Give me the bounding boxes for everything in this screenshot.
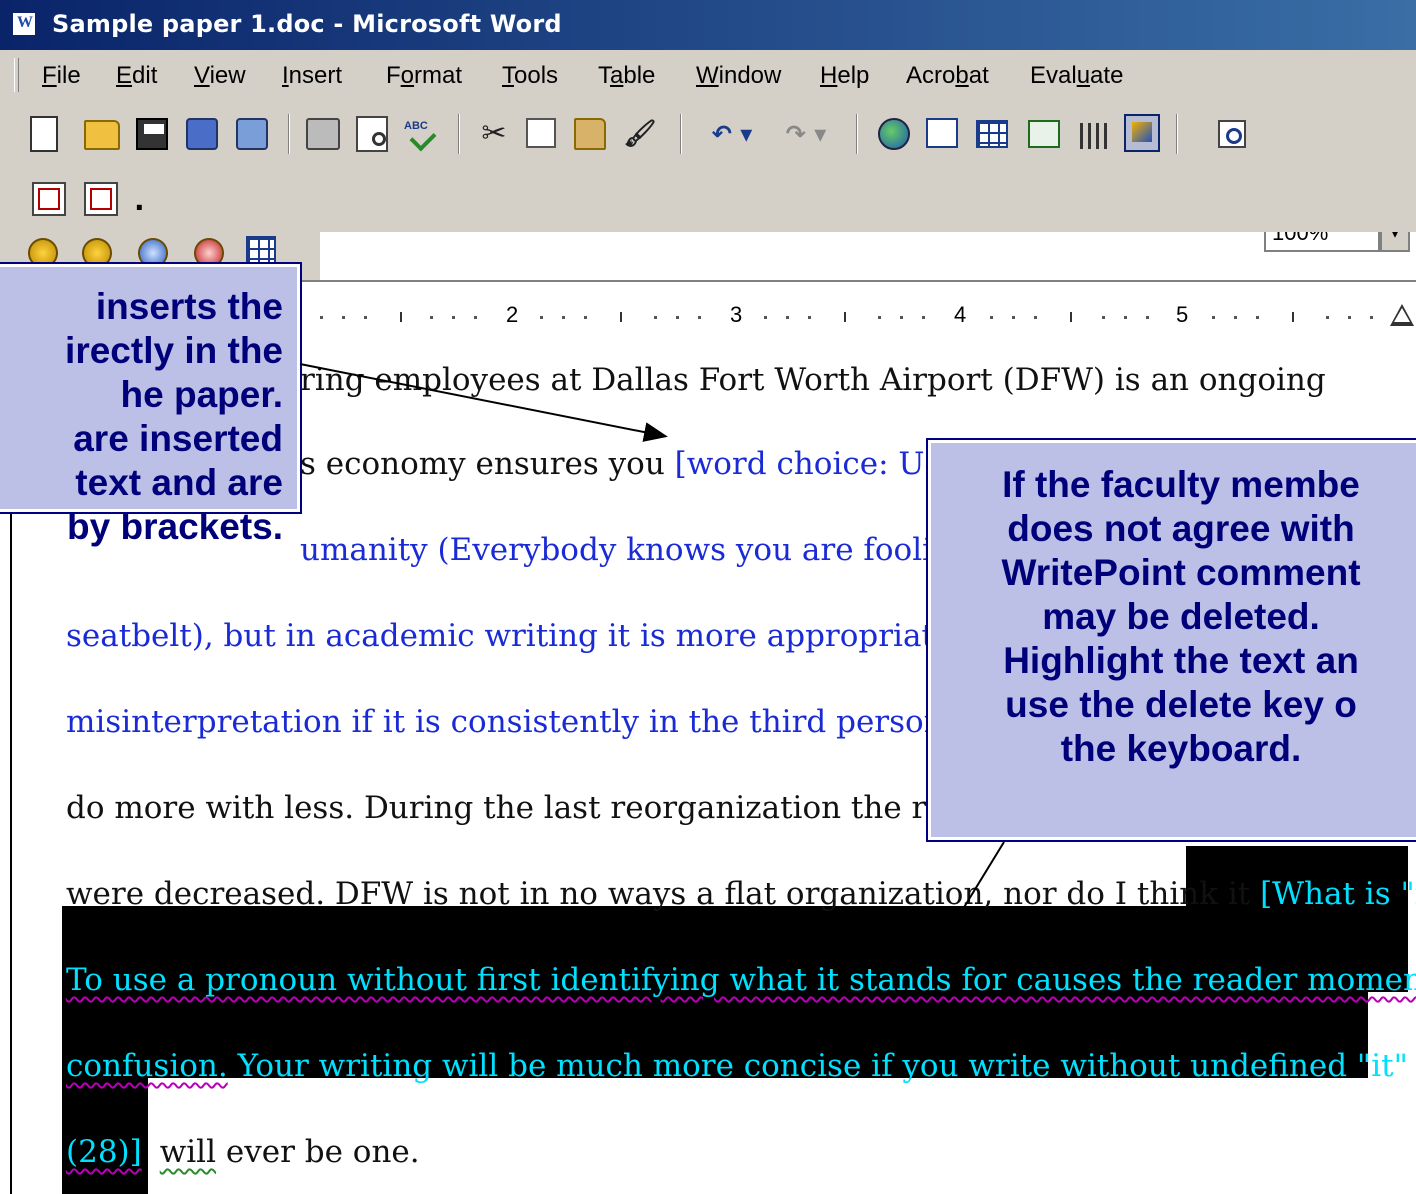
arrow-left-callout [299,363,668,442]
annotation-arrows [299,363,1005,944]
arrow-right-callout [941,841,1005,944]
